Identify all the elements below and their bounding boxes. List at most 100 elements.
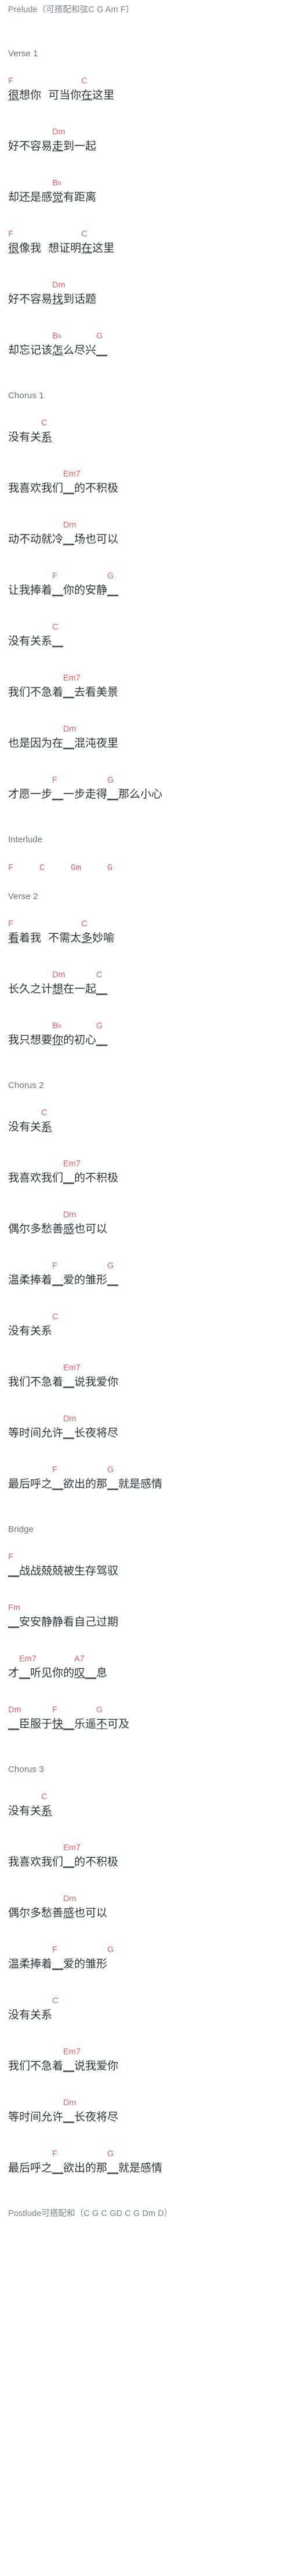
lyric-line: 却还是感觉有距离 <box>8 191 97 203</box>
chord-line: Em7 A7 <box>8 1653 283 1665</box>
chord-line: C <box>8 417 283 429</box>
lyric-line: 我喜欢我们__的不积极 <box>8 1171 119 1184</box>
chord-symbol: Em7 <box>63 2047 81 2057</box>
chord-line: Dm <box>8 126 283 138</box>
chord-line: C <box>8 1995 283 2007</box>
chord-line: Em7 <box>8 1362 283 1374</box>
lyric-line: 没有关系 <box>8 1804 53 1817</box>
lyric-line: 我们不急着__去看美景 <box>8 686 119 698</box>
lyric-line: 没有关系 <box>8 1325 53 1337</box>
chord-lyric-block: Em7 我喜欢我们__的不积极 <box>8 1842 283 1870</box>
chord-symbol: Bb <box>52 1021 61 1031</box>
chord-symbol: F <box>8 1552 13 1562</box>
chord-line: Em7 <box>8 1842 283 1854</box>
chord-lyric-block: Em7 A7 才__听见你的叹__息 <box>8 1653 283 1681</box>
chord-line: Dm <box>8 723 283 735</box>
lyric-line: 偶尔多愁善感也可以 <box>8 1222 108 1235</box>
chord-lyric-block: C 没有关系__ <box>8 621 283 649</box>
chord-symbol: Dm <box>63 2098 77 2108</box>
lyric-line: 很想你 可当你在这里 <box>8 89 115 101</box>
chord-line: C <box>8 1311 283 1323</box>
lyric-line: 我喜欢我们__的不积极 <box>8 482 119 494</box>
chord-lyric-block: Em7 我们不急着__说我爱你 <box>8 2046 283 2074</box>
chord-symbol: Dm <box>63 1414 77 1424</box>
lyric-line: 没有关系__ <box>8 635 64 647</box>
chord-lyric-block: Bb G 却忘记该怎么尽兴__ <box>8 330 283 358</box>
chord-symbol: G <box>107 1945 114 1955</box>
chord-line: Dm <box>8 519 283 531</box>
chord-symbol: F <box>52 572 57 581</box>
chord-lyric-block: Dm 好不容易走到一起 <box>8 126 283 154</box>
lyric-line: 让我捧着__你的安静__ <box>8 584 119 596</box>
chord-symbol: F <box>52 1465 57 1475</box>
chord-line: Em7 <box>8 2046 283 2058</box>
lyric-line: 没有关系 <box>8 431 53 443</box>
chord-symbol: C <box>52 623 59 632</box>
chord-line: C <box>8 1107 283 1119</box>
lyric-line: 长久之计想在一起__ <box>8 983 108 995</box>
chord-line: Bb G <box>8 1020 283 1032</box>
chord-lyric-block: Bb G 我只想要你的初心__ <box>8 1020 283 1048</box>
chord-symbol: Fm <box>8 1603 20 1613</box>
chord-line: C <box>8 1791 283 1803</box>
chord-lyric-block: Dm 动不动就冷__场也可以 <box>8 519 283 547</box>
chord-symbol: Em7 <box>63 1159 81 1169</box>
lyric-line: 没有关系 <box>8 2009 53 2021</box>
chord-symbol: F <box>8 919 13 929</box>
section-title-bridge: Bridge <box>8 1525 34 1534</box>
chord-lyric-block: Dm F G __臣服于快__乐遥不可及 <box>8 1704 283 1732</box>
chord-lyric-block: Fm __安安静静看自己过期 <box>8 1602 283 1630</box>
chord-symbol: Dm <box>63 725 77 734</box>
lyric-line: 才愿一步__一步走得__那么小心 <box>8 788 163 801</box>
chord-lyric-block: Dm 偶尔多愁善感也可以 <box>8 1893 283 1921</box>
lyric-line: 等时间允许__长夜将尽 <box>8 1427 119 1439</box>
postlude-line: Postlude可搭配和（C G C GD C G Dm D） <box>8 2209 173 2218</box>
chord-line: FC <box>8 75 283 87</box>
chord-line: Dm <box>8 1413 283 1425</box>
chord-symbol: F <box>52 1945 57 1955</box>
lyric-line: 最后呼之__欲出的那__就是感情 <box>8 2162 163 2174</box>
chord-lyric-block: Em7 我喜欢我们__的不积极 <box>8 1158 283 1186</box>
prelude-line: Prelude（可搭配和弦C G Am F） <box>8 5 134 14</box>
chord-line: FC <box>8 228 283 240</box>
chord-lyric-block: Dm 偶尔多愁善感也可以 <box>8 1209 283 1237</box>
lyric-line: 最后呼之__欲出的那__就是感情 <box>8 1478 163 1490</box>
lyric-line: 动不动就冷__场也可以 <box>8 533 119 545</box>
chord-lyric-block: Dm C 长久之计想在一起__ <box>8 969 283 997</box>
chord-line: Dm C <box>8 969 283 981</box>
chord-symbol: C <box>52 1996 59 2006</box>
chord-lyric-block: Dm 好不容易找到话题 <box>8 279 283 307</box>
chord-line: FG <box>8 1464 283 1476</box>
chord-lyric-block: C 没有关系 <box>8 417 283 445</box>
chord-line: Bb G <box>8 330 283 342</box>
chord-lyric-block: Dm 也是因为在__混沌夜里 <box>8 723 283 751</box>
